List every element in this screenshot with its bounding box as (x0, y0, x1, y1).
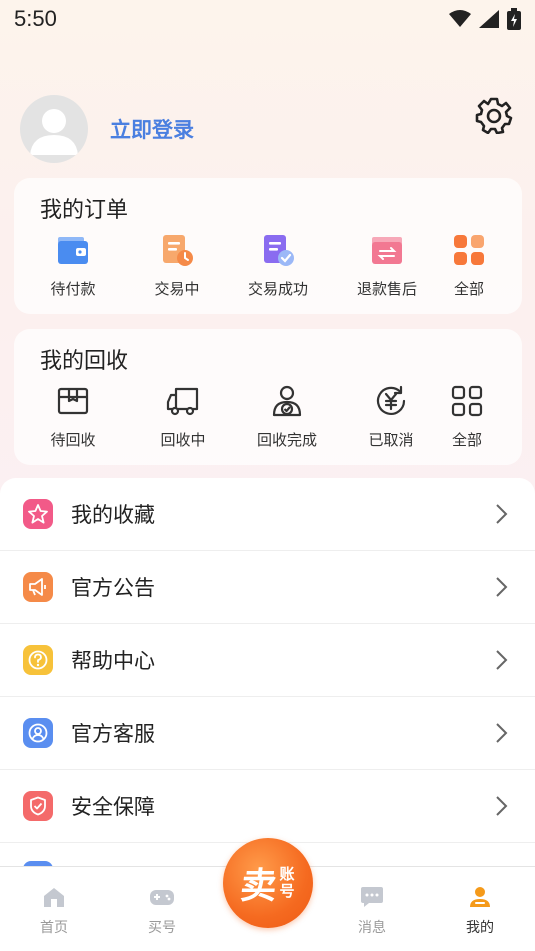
tab-buy-account[interactable]: 买号 (122, 885, 202, 937)
sell-account-button[interactable]: 卖 账 号 (223, 838, 313, 928)
menu-item-help[interactable]: 帮助中心 (0, 624, 535, 697)
chevron-right-icon (496, 577, 508, 597)
login-link[interactable]: 立即登录 (110, 114, 194, 144)
menu-item-security[interactable]: 安全保障 (0, 770, 535, 843)
tab-label: 买号 (148, 920, 176, 936)
menu-item-announcements[interactable]: 官方公告 (0, 551, 535, 624)
menu-item-label: 官方客服 (71, 722, 155, 746)
menu-list: 我的收藏 官方公告 帮助中心 官方客服 安全保障 (0, 478, 535, 878)
tab-label: 我的 (466, 920, 494, 936)
megaphone-icon (23, 572, 53, 602)
star-icon (23, 499, 53, 529)
sell-sub-text: 账 号 (280, 866, 295, 900)
recycle-item-label: 已取消 (368, 431, 414, 449)
yen-refresh-icon (376, 385, 406, 415)
status-icons (449, 8, 521, 30)
order-item-label: 交易中 (154, 280, 200, 298)
recycle-item-all[interactable]: 全部 (422, 381, 512, 450)
status-time: 5:50 (14, 6, 57, 31)
document-clock-icon (163, 235, 193, 266)
wallet-icon (58, 237, 88, 264)
status-bar: 5:50 (0, 0, 535, 38)
signal-icon (479, 10, 499, 28)
menu-item-label: 官方公告 (71, 576, 155, 600)
sell-sub-1: 账 (279, 865, 295, 883)
battery-icon (507, 8, 521, 30)
truck-icon (166, 387, 199, 416)
menu-item-label: 我的收藏 (71, 503, 155, 527)
tab-label: 首页 (40, 920, 68, 936)
menu-item-favorites[interactable]: 我的收藏 (0, 478, 535, 551)
grid-icon (454, 235, 484, 265)
order-item-all[interactable]: 全部 (424, 230, 514, 299)
recycle-item-label: 回收中 (160, 431, 206, 449)
order-item-label: 全部 (453, 280, 484, 298)
recycle-items: 待回收 回收中 回收完成 已取消 全部 (14, 381, 522, 453)
recycle-item-done[interactable]: 回收完成 (242, 381, 332, 450)
gear-icon (475, 97, 513, 135)
tab-home[interactable]: 首页 (14, 885, 94, 937)
chevron-right-icon (496, 504, 508, 524)
settings-button[interactable] (475, 96, 513, 135)
recycle-title: 我的回收 (40, 349, 129, 374)
box-icon (57, 387, 89, 415)
recycle-item-pending[interactable]: 待回收 (28, 381, 118, 450)
profile-header: 立即登录 (20, 94, 515, 164)
orders-title: 我的订单 (40, 198, 129, 223)
tab-messages[interactable]: 消息 (332, 885, 412, 937)
order-item-label: 交易成功 (247, 280, 308, 298)
recycle-item-label: 待回收 (50, 431, 96, 449)
order-item-label: 退款售后 (356, 280, 417, 298)
refund-icon (372, 237, 402, 264)
recycle-item-label: 全部 (451, 431, 482, 449)
grid-outline-icon (451, 385, 483, 417)
recycle-item-in-progress[interactable]: 回收中 (138, 381, 228, 450)
orders-card: 我的订单 待付款 交易中 交易成功 退款售后 全部 (14, 178, 522, 314)
support-icon (23, 718, 53, 748)
order-item-trading[interactable]: 交易中 (132, 230, 222, 299)
order-item-label: 待付款 (50, 280, 96, 298)
orders-items: 待付款 交易中 交易成功 退款售后 全部 (14, 230, 522, 302)
question-icon (23, 645, 53, 675)
user-icon (470, 887, 490, 907)
avatar[interactable] (20, 95, 88, 163)
tab-mine[interactable]: 我的 (440, 885, 520, 937)
chevron-right-icon (496, 650, 508, 670)
recycle-card: 我的回收 待回收 回收中 回收完成 已取消 全部 (14, 329, 522, 465)
order-item-refund[interactable]: 退款售后 (342, 230, 432, 299)
chevron-right-icon (496, 723, 508, 743)
menu-item-label: 安全保障 (71, 795, 155, 819)
tab-label: 消息 (358, 920, 386, 936)
shield-check-icon (23, 791, 53, 821)
menu-item-customer-service[interactable]: 官方客服 (0, 697, 535, 770)
default-avatar-icon (30, 109, 78, 155)
wifi-icon (449, 10, 471, 27)
recycle-item-label: 回收完成 (256, 431, 317, 449)
person-check-icon (272, 385, 302, 417)
order-item-pending-payment[interactable]: 待付款 (28, 230, 118, 299)
chat-icon (361, 887, 383, 907)
menu-item-label: 帮助中心 (71, 649, 155, 673)
order-item-success[interactable]: 交易成功 (233, 230, 323, 299)
gamepad-icon (150, 890, 174, 905)
document-check-icon (264, 235, 294, 266)
sell-sub-2: 号 (279, 882, 295, 900)
chevron-right-icon (496, 796, 508, 816)
sell-main-text: 卖 (238, 866, 280, 907)
home-icon (44, 888, 64, 907)
